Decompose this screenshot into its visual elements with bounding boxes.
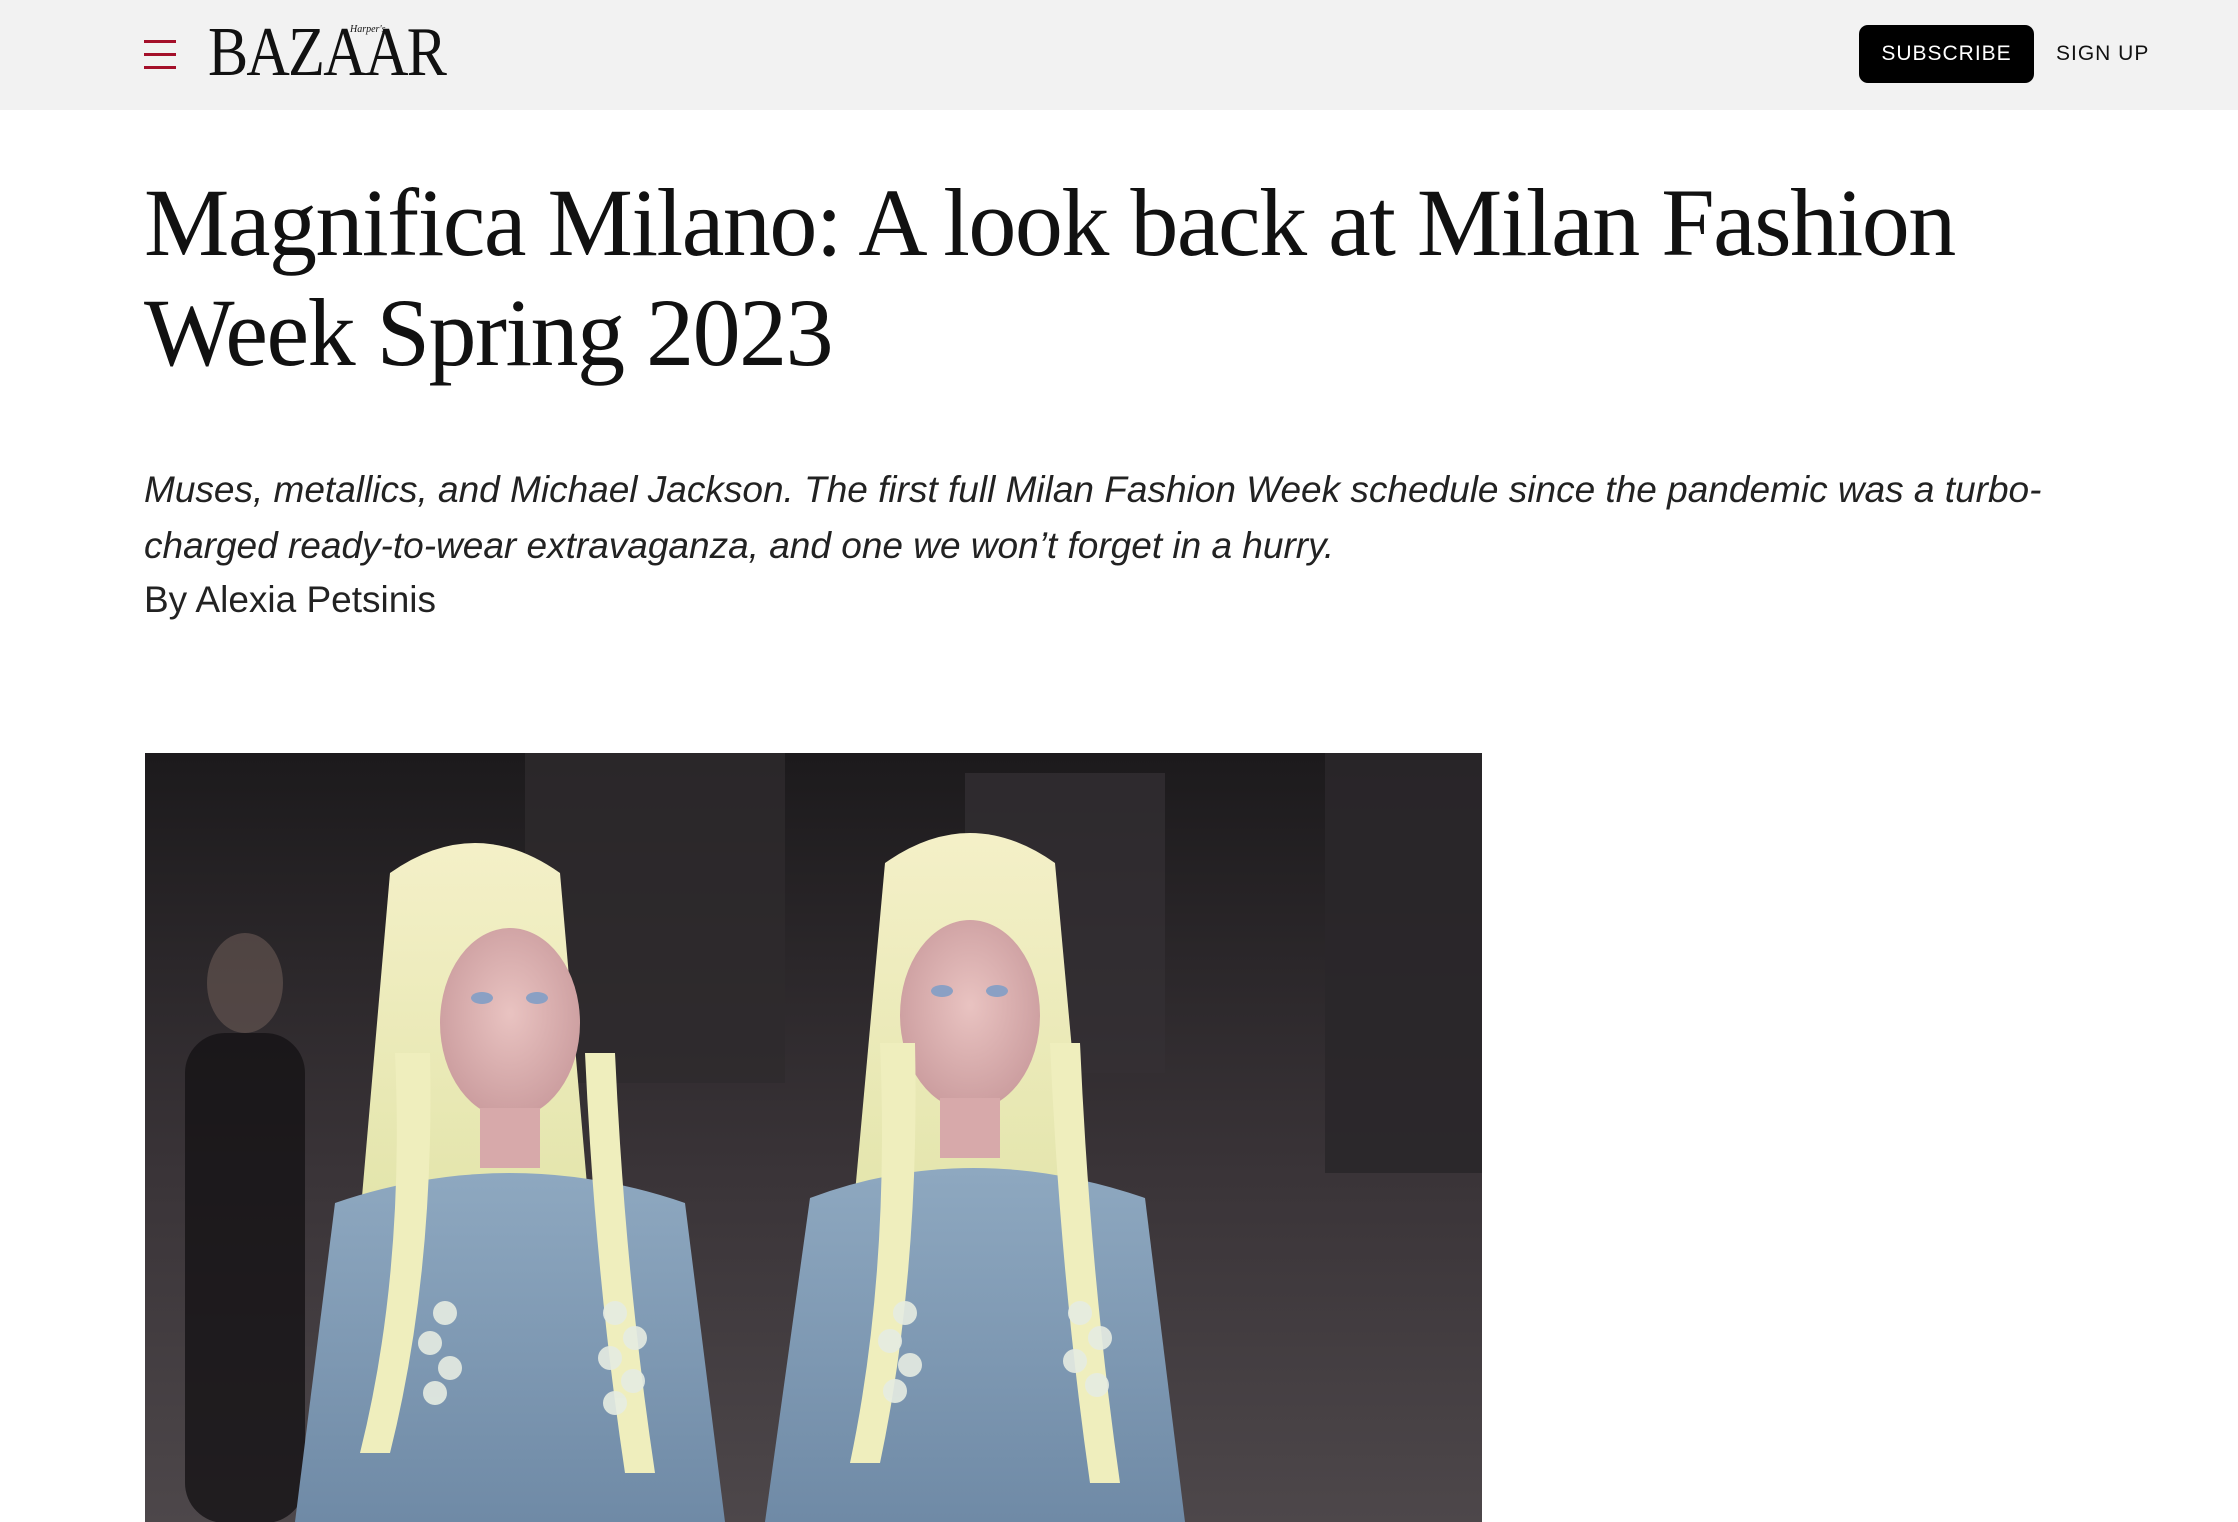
article-title: Magnifica Milano: A look back at Milan F… xyxy=(144,169,1956,386)
article-byline[interactable]: By Alexia Petsinis xyxy=(144,574,436,626)
logo-wordmark: BAZAAR xyxy=(208,14,447,91)
article-dek: Muses, metallics, and Michael Jackson. T… xyxy=(144,469,2042,566)
site-header: BAZAAR Harper's SUBSCRIBE SIGN UP xyxy=(0,0,2238,110)
sign-up-link[interactable]: SIGN UP xyxy=(2056,25,2149,83)
hero-photo-illustration xyxy=(145,753,1482,1522)
hamburger-menu-icon[interactable] xyxy=(141,36,179,72)
hero-image xyxy=(145,753,1482,1522)
site-logo[interactable]: BAZAAR Harper's xyxy=(208,18,484,88)
logo-superscript: Harper's xyxy=(350,24,386,35)
subscribe-button[interactable]: SUBSCRIBE xyxy=(1859,25,2034,83)
